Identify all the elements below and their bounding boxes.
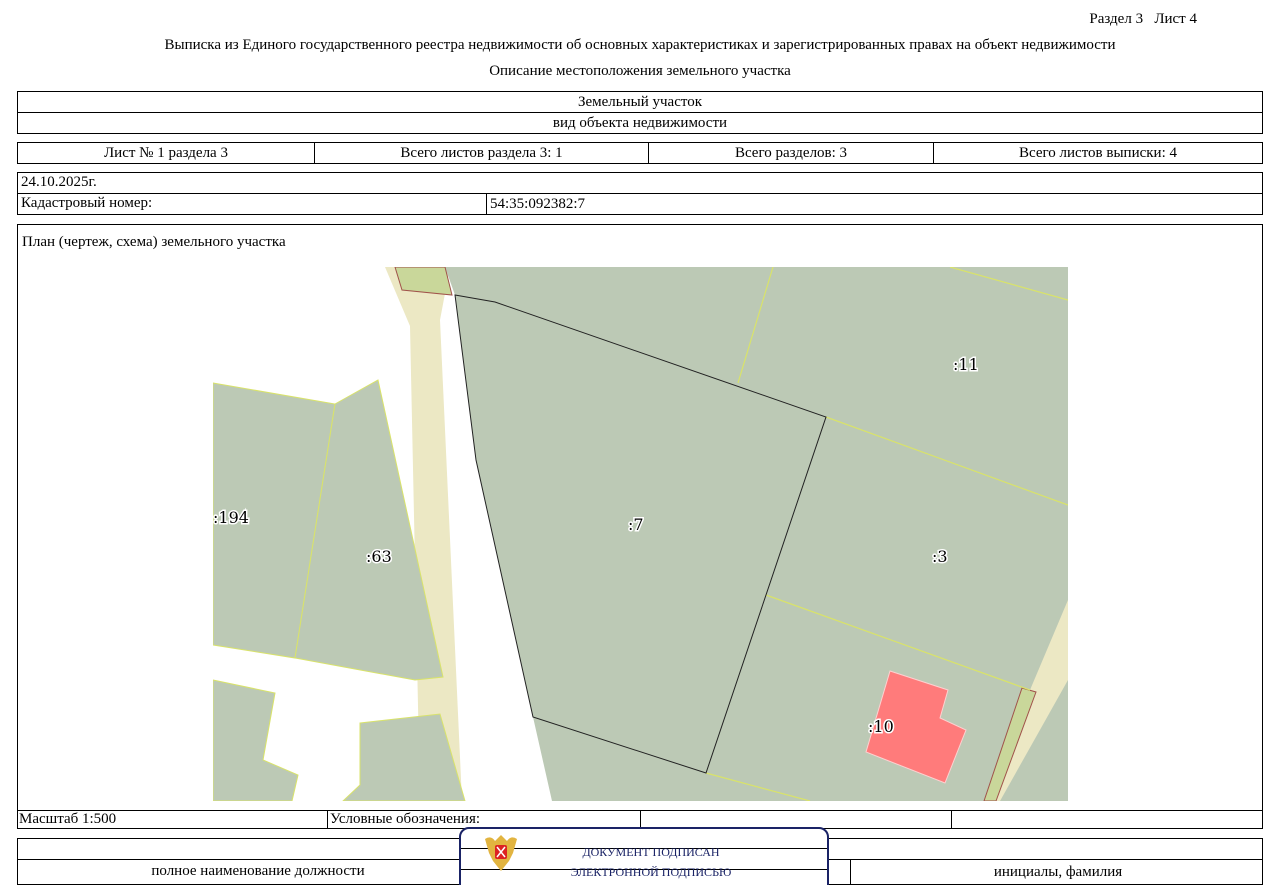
date: 24.10.2025г. <box>21 174 97 190</box>
section-label: Раздел 3 <box>1089 11 1144 27</box>
plan-map: :11 :194 :63 :7 :3 :10 <box>213 267 1068 801</box>
section-sheet: Раздел 3 Лист 4 <box>1089 11 1197 28</box>
parcel-label-63: :63 <box>366 547 392 566</box>
object-type: Земельный участок <box>17 91 1263 113</box>
date-row: 24.10.2025г. <box>17 172 1263 194</box>
extract-page: Раздел 3 Лист 4 Выписка из Единого госуд… <box>0 0 1280 885</box>
parcel-label-7: :7 <box>628 515 644 534</box>
initials-caption: инициалы, фамилия <box>850 859 1265 885</box>
position-caption: полное наименование должности <box>151 863 365 879</box>
total-sections: Всего разделов: 3 <box>649 143 934 163</box>
document-subtitle: Описание местоположения земельного участ… <box>489 63 791 79</box>
parcel-label-11: :11 <box>953 355 979 374</box>
divider <box>640 811 641 828</box>
divider <box>951 811 952 828</box>
parcel-label-3: :3 <box>932 547 948 566</box>
object-type-caption: вид объекта недвижимости <box>17 112 1263 134</box>
parcel-label-194: :194 <box>213 508 249 527</box>
legend-label: Условные обозначения: <box>327 811 480 828</box>
stamp-line-1: ДОКУМЕНТ ПОДПИСАН <box>582 845 720 859</box>
sheet-number: Лист № 1 раздела 3 <box>18 143 315 163</box>
cadastral-row: Кадастровый номер: 54:35:092382:7 <box>17 193 1263 215</box>
scale: Масштаб 1:500 <box>19 811 117 827</box>
plan-title: План (чертеж, схема) земельного участка <box>22 234 286 250</box>
sheets-row: Лист № 1 раздела 3 Всего листов раздела … <box>17 142 1263 164</box>
parcel-bottom-left <box>213 679 299 801</box>
cadastral-number: 54:35:092382:7 <box>486 194 585 214</box>
stamp-line-2: ЭЛЕКТРОННОЙ ПОДПИСЬЮ <box>570 865 732 879</box>
parcel-label-10: :10 <box>868 717 894 736</box>
coat-of-arms-icon <box>483 831 519 873</box>
total-section-sheets: Всего листов раздела 3: 1 <box>315 143 649 163</box>
sheet-label: Лист 4 <box>1154 11 1197 27</box>
total-extract-sheets: Всего листов выписки: 4 <box>1019 144 1177 161</box>
document-title: Выписка из Единого государственного реес… <box>164 37 1116 53</box>
cadastral-label: Кадастровый номер: <box>21 195 153 211</box>
e-signature-stamp: ДОКУМЕНТ ПОДПИСАН ЭЛЕКТРОННОЙ ПОДПИСЬЮ <box>459 827 829 885</box>
